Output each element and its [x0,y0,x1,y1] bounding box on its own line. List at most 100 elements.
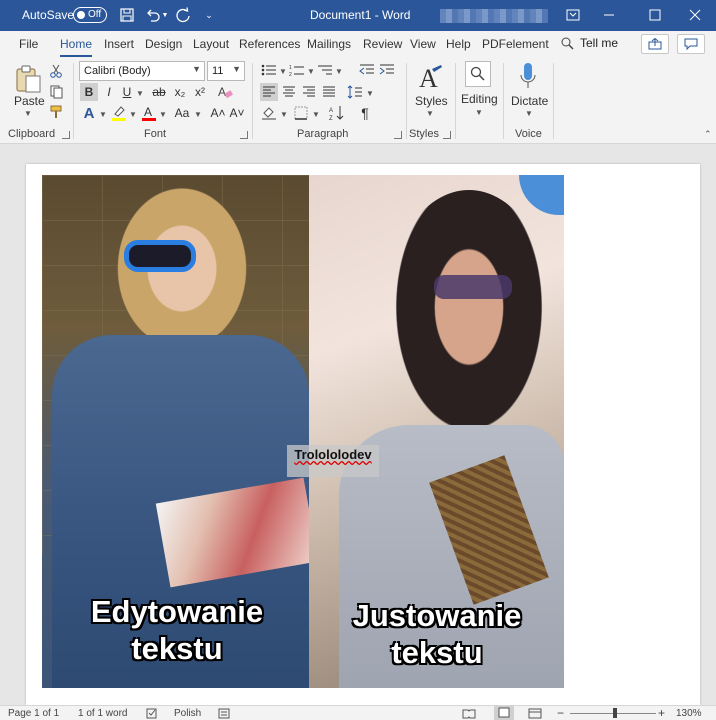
undo-dropdown-icon[interactable]: ▼ [160,6,170,24]
sort-icon[interactable]: AZ [328,104,346,122]
tell-me-box[interactable]: Tell me [560,36,618,50]
customize-qat-icon[interactable]: ⌄ [200,6,218,24]
clipboard-launcher-icon[interactable] [62,131,70,139]
font-color-icon[interactable]: A [140,104,158,122]
font-launcher-icon[interactable] [240,131,248,139]
text-effects-icon[interactable]: A [80,104,98,122]
styles-launcher-icon[interactable] [443,131,451,139]
change-case-dropdown-icon[interactable]: ▼ [194,110,202,119]
styles-icon[interactable]: A [414,62,446,94]
bullets-dropdown-icon[interactable]: ▼ [279,67,287,76]
search-icon[interactable] [465,61,491,87]
grow-font-button[interactable]: A˄ [210,104,226,122]
word-count[interactable]: 1 of 1 word [78,708,127,719]
superscript-button[interactable]: x² [191,83,209,101]
close-icon[interactable] [683,4,707,26]
clear-formatting-icon[interactable]: A [216,83,234,101]
paragraph-launcher-icon[interactable] [394,131,402,139]
multilevel-dropdown-icon[interactable]: ▼ [335,67,343,76]
underline-button[interactable]: U [119,83,135,101]
dictate-dropdown-icon[interactable]: ▼ [525,109,533,118]
tab-home[interactable]: Home [60,37,93,57]
numbering-dropdown-icon[interactable]: ▼ [307,67,315,76]
highlight-icon[interactable] [110,104,128,122]
increase-indent-icon[interactable] [378,62,396,78]
strikethrough-button[interactable]: ab [150,83,168,101]
editing-label[interactable]: Editing [461,92,498,106]
styles-label[interactable]: Styles [415,94,448,108]
align-right-icon[interactable] [300,83,318,101]
redo-icon[interactable] [174,6,192,24]
format-painter-icon[interactable] [48,104,64,120]
tab-help[interactable]: Help [446,37,471,51]
editing-dropdown-icon[interactable]: ▼ [475,108,483,117]
autosave-toggle[interactable]: Off [73,7,107,23]
zoom-out-icon[interactable]: − [557,706,564,720]
paste-icon[interactable] [12,63,44,95]
language[interactable]: Polish [174,708,201,719]
tab-insert[interactable]: Insert [104,37,134,51]
status-bar: Page 1 of 1 1 of 1 word Polish − + 130% [0,705,716,720]
page-count[interactable]: Page 1 of 1 [8,708,59,719]
account-name-blurred[interactable] [440,9,548,23]
styles-dropdown-icon[interactable]: ▼ [426,109,434,118]
decrease-indent-icon[interactable] [358,62,376,78]
justify-icon[interactable] [320,83,338,101]
zoom-in-icon[interactable]: + [658,706,665,720]
font-size-combo[interactable]: 11 ▼ [207,61,245,81]
inline-image[interactable]: Edytowanie tekstu Justowanie tekstu Trol… [42,175,564,688]
font-color-dropdown-icon[interactable]: ▼ [159,110,167,119]
align-left-icon[interactable] [260,83,278,101]
collapse-ribbon-icon[interactable]: ⌃ [704,129,712,140]
tab-mailings[interactable]: Mailings [307,37,351,51]
shrink-font-button[interactable]: A˅ [229,104,245,122]
microphone-icon[interactable] [517,61,539,93]
subscript-button[interactable]: x₂ [171,83,189,101]
borders-icon[interactable] [292,104,310,122]
shading-icon[interactable] [260,104,278,122]
tab-references[interactable]: References [239,37,300,51]
multilevel-list-icon[interactable] [316,62,334,78]
highlight-dropdown-icon[interactable]: ▼ [129,110,137,119]
cut-icon[interactable] [48,63,64,79]
line-spacing-icon[interactable] [346,83,364,101]
tab-view[interactable]: View [410,37,436,51]
text-effects-dropdown-icon[interactable]: ▼ [99,110,107,119]
line-spacing-dropdown-icon[interactable]: ▼ [366,89,374,98]
tab-file[interactable]: File [19,37,38,51]
share-button[interactable] [641,34,669,54]
font-name-combo[interactable]: Calibri (Body) ▼ [79,61,205,81]
ribbon-display-icon[interactable] [561,4,585,26]
comments-button[interactable] [677,34,705,54]
macro-icon[interactable] [218,708,230,720]
tab-design[interactable]: Design [145,37,182,51]
underline-dropdown-icon[interactable]: ▼ [136,89,144,98]
proofing-icon[interactable] [146,708,158,720]
zoom-level[interactable]: 130% [676,708,702,719]
paste-label[interactable]: Paste [14,94,45,108]
bullets-icon[interactable] [260,62,278,78]
borders-dropdown-icon[interactable]: ▼ [312,110,320,119]
watermark-text: Trolololodev [287,445,379,477]
change-case-button[interactable]: Aa [170,104,194,122]
dictate-label[interactable]: Dictate [511,94,548,108]
show-formatting-icon[interactable]: ¶ [356,104,374,122]
save-icon[interactable] [118,6,136,24]
maximize-icon[interactable] [643,4,667,26]
zoom-slider-thumb[interactable] [613,708,617,718]
italic-button[interactable]: I [101,83,117,101]
print-layout-icon[interactable] [494,706,514,720]
web-layout-icon[interactable] [528,708,542,720]
bold-button[interactable]: B [80,83,98,101]
copy-icon[interactable] [48,84,64,100]
tab-layout[interactable]: Layout [193,37,229,51]
read-mode-icon[interactable] [462,708,476,720]
shading-dropdown-icon[interactable]: ▼ [280,110,288,119]
separator [553,63,554,139]
tab-review[interactable]: Review [363,37,402,51]
minimize-icon[interactable] [597,4,621,26]
numbering-icon[interactable]: 12 [288,62,306,78]
paste-dropdown-icon[interactable]: ▼ [24,109,32,118]
align-center-icon[interactable] [280,83,298,101]
tab-pdfelement[interactable]: PDFelement [482,37,549,51]
